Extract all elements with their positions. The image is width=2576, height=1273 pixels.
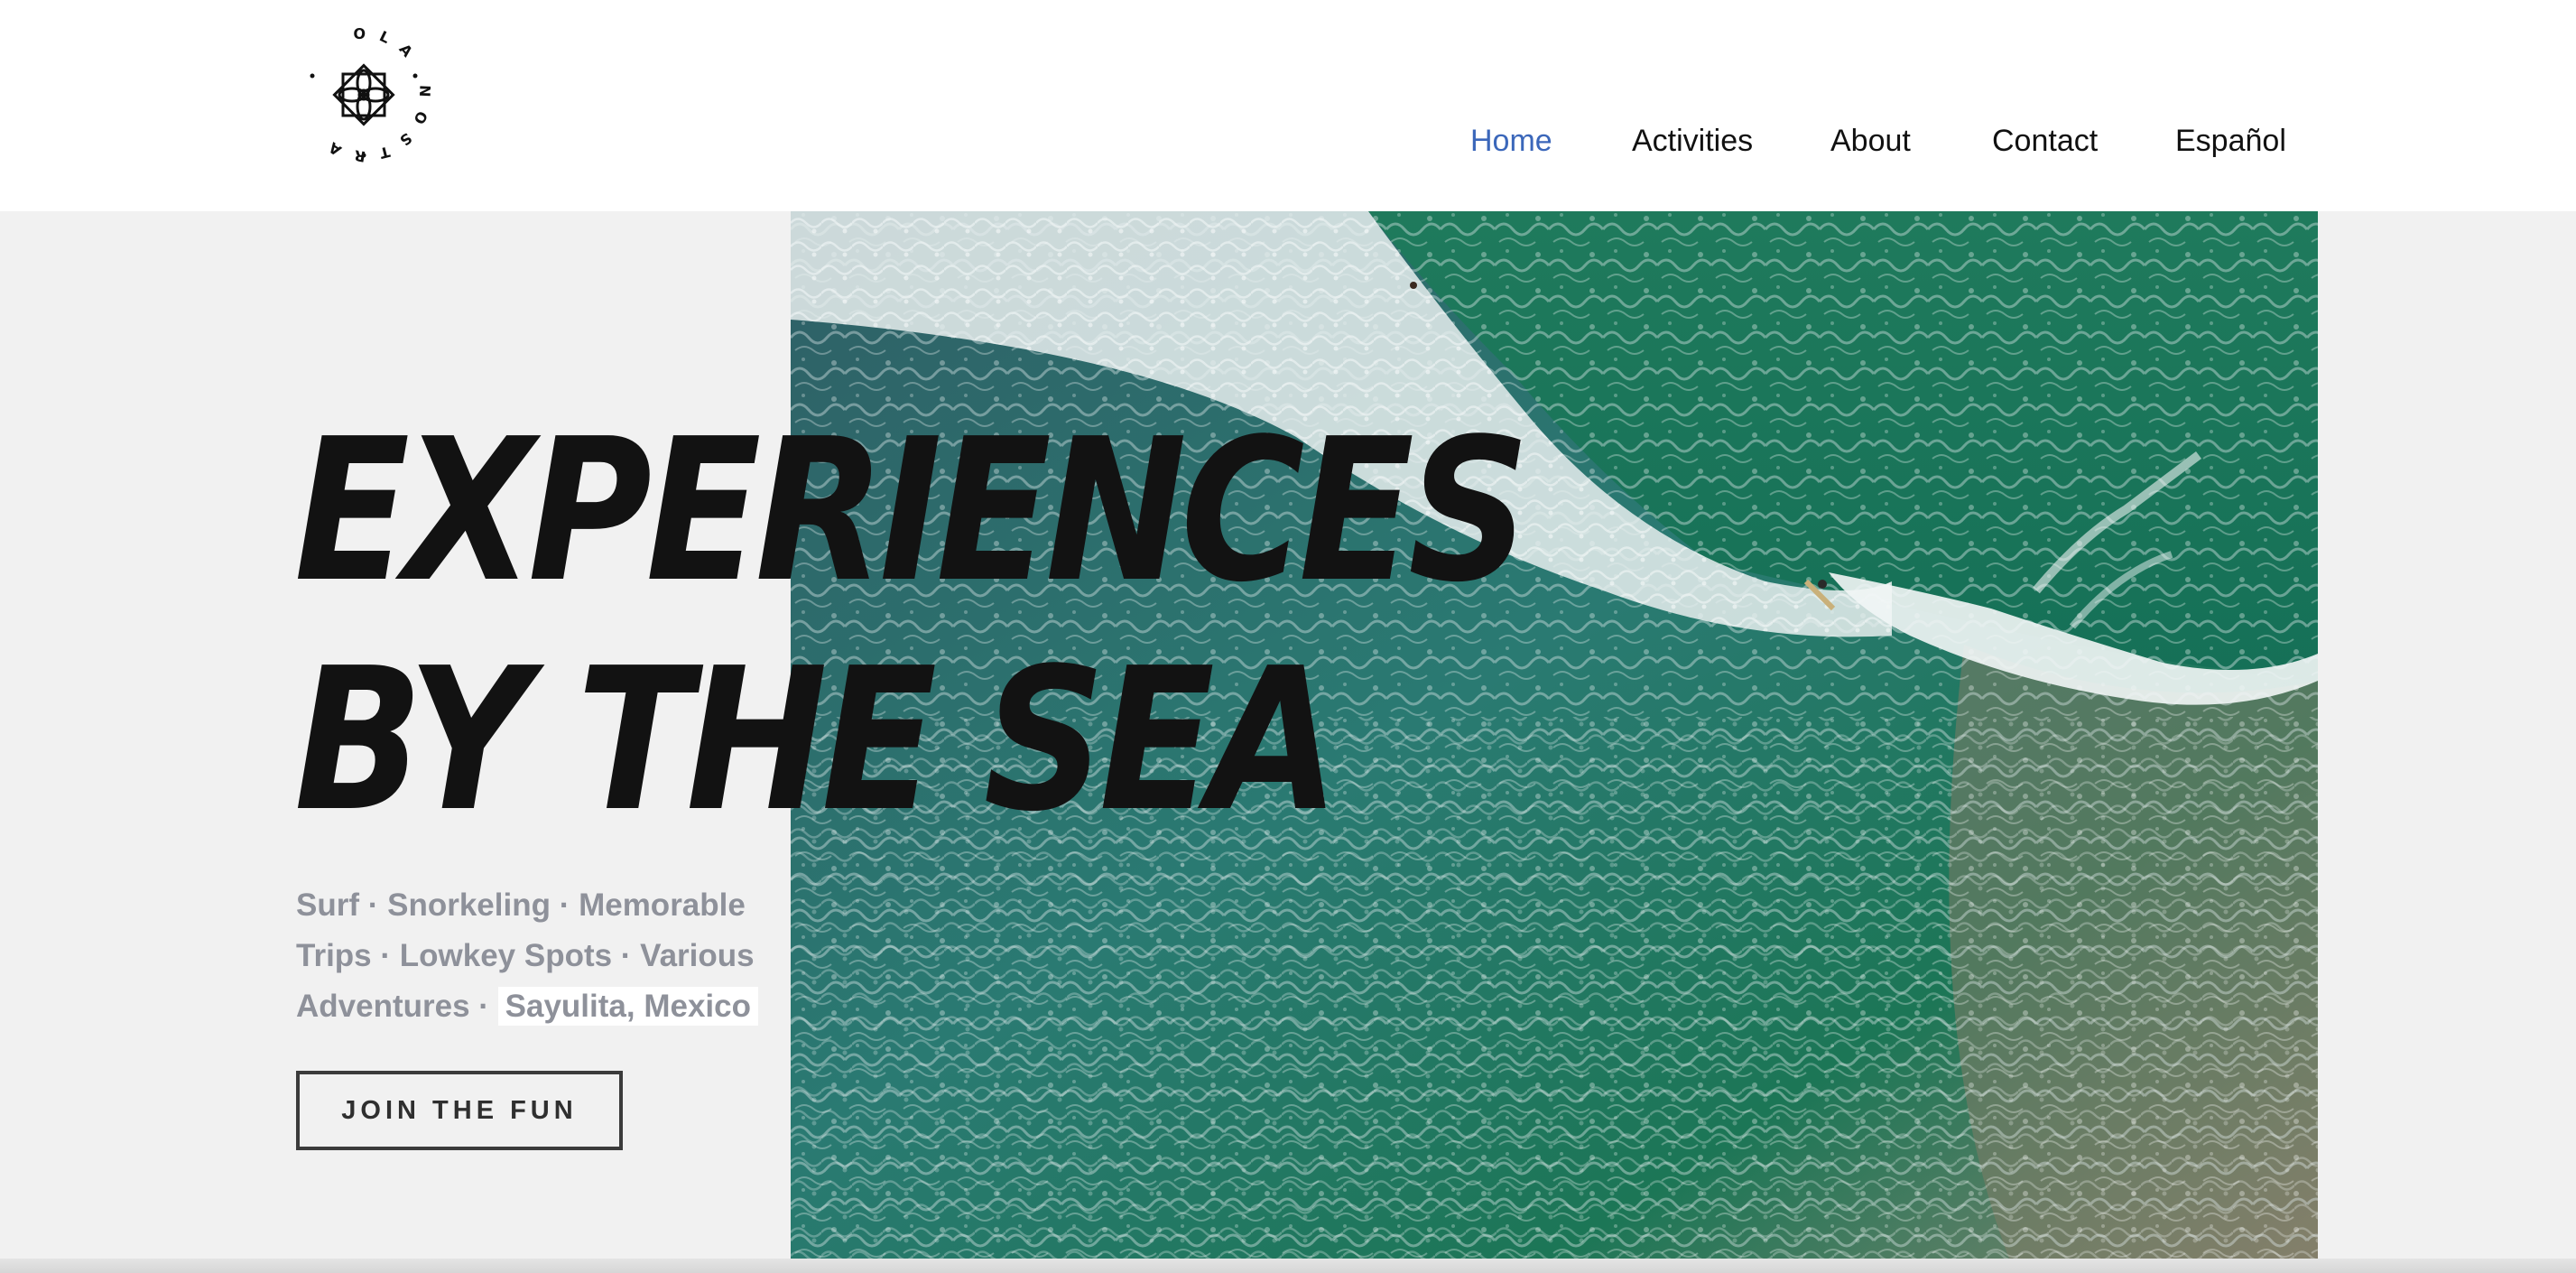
location-highlight: Sayulita, Mexico: [497, 987, 758, 1026]
hero-headline: EXPERIENCES BY THE SEA: [294, 397, 1530, 856]
headline-line-2: BY THE SEA: [294, 627, 1339, 855]
nav-about[interactable]: About: [1830, 114, 1911, 168]
page-bottom-edge: [0, 1259, 2576, 1273]
nav-activities[interactable]: Activities: [1632, 114, 1753, 168]
main-nav: Home Activities About Contact Español: [0, 114, 2576, 168]
nav-contact[interactable]: Contact: [1992, 114, 2098, 168]
headline-line-1: EXPERIENCES: [294, 397, 1530, 626]
nav-home[interactable]: Home: [1470, 114, 1552, 168]
join-the-fun-button[interactable]: JOIN THE FUN: [296, 1071, 623, 1150]
site-header: OLA NOSTRA Home Activities About Contact…: [0, 0, 2576, 211]
hero-tagline: Surf · Snorkeling · Memorable Trips · Lo…: [296, 880, 802, 1032]
nav-language-espanol[interactable]: Español: [2175, 114, 2286, 168]
